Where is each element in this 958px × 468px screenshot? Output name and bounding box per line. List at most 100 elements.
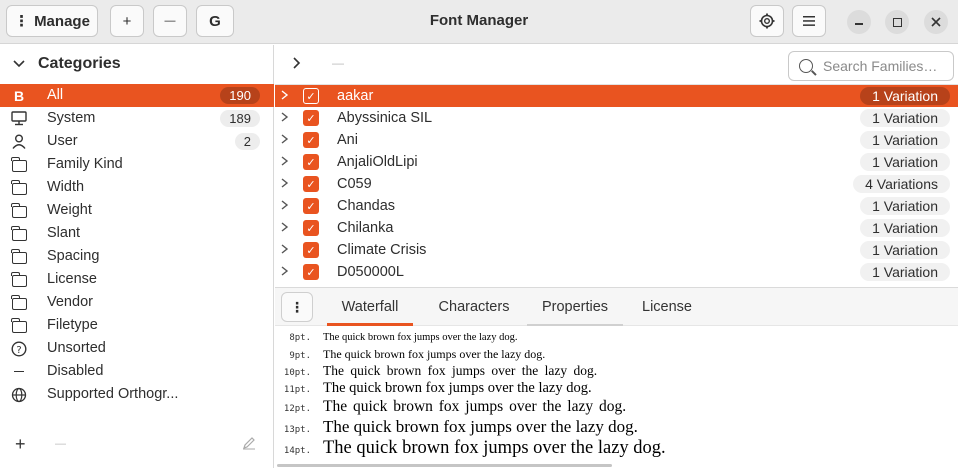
sidebar-item-family-kind[interactable]: Family Kind bbox=[0, 153, 274, 176]
horizontal-scrollbar[interactable] bbox=[277, 464, 612, 467]
enable-checkbox[interactable]: ✓ bbox=[303, 110, 319, 126]
font-family-list: ✓ aakar 1 Variation ✓ Abyssinica SIL 1 V… bbox=[275, 85, 958, 285]
google-fonts-button[interactable]: G bbox=[196, 5, 234, 37]
close-button[interactable] bbox=[924, 10, 948, 34]
variation-count: 1 Variation bbox=[860, 109, 950, 127]
sidebar-item-spacing[interactable]: Spacing bbox=[0, 245, 274, 268]
chevron-right-icon[interactable] bbox=[280, 264, 290, 278]
family-name: Chilanka bbox=[337, 220, 394, 236]
preview-menu-button[interactable]: ⋮ bbox=[281, 292, 313, 322]
table-row[interactable]: ✓ Chilanka 1 Variation bbox=[275, 217, 958, 239]
categories-title: Categories bbox=[38, 55, 121, 72]
minimize-icon bbox=[855, 23, 863, 25]
sidebar-item-user[interactable]: User 2 bbox=[0, 130, 274, 153]
chevron-right-icon[interactable] bbox=[280, 198, 290, 212]
dash-icon bbox=[11, 364, 27, 379]
sidebar-item-width[interactable]: Width bbox=[0, 176, 274, 199]
chevron-right-icon[interactable] bbox=[280, 176, 290, 190]
sample-text: The quick brown fox jumps over the lazy … bbox=[323, 347, 546, 361]
table-row[interactable]: ✓ D050000L 1 Variation bbox=[275, 261, 958, 283]
categories-header[interactable]: Categories bbox=[0, 45, 274, 83]
enable-checkbox[interactable]: ✓ bbox=[303, 220, 319, 236]
search-icon bbox=[799, 59, 813, 73]
minimize-button[interactable] bbox=[847, 10, 871, 34]
sidebar-item-slant[interactable]: Slant bbox=[0, 222, 274, 245]
waterfall-line: 11pt. The quick brown fox jumps over the… bbox=[275, 380, 958, 398]
enable-checkbox[interactable]: ✓ bbox=[303, 242, 319, 258]
expand-all-icon[interactable] bbox=[292, 56, 302, 70]
manage-button[interactable]: ⋮ Manage bbox=[6, 5, 98, 37]
sidebar-item-filetype[interactable]: Filetype bbox=[0, 314, 274, 337]
category-list: B All 190 System 189 User 2 Family Kind … bbox=[0, 84, 274, 406]
sample-text: The quick brown fox jumps over the lazy … bbox=[323, 363, 598, 378]
tab-characters[interactable]: Characters bbox=[427, 288, 521, 326]
tab-license[interactable]: License bbox=[633, 288, 701, 326]
sidebar-item-supported-orthographies[interactable]: Supported Orthogr... bbox=[0, 383, 274, 406]
preferences-button[interactable] bbox=[750, 5, 784, 37]
add-collection-button[interactable]: + bbox=[15, 434, 26, 455]
waterfall-line: 13pt. The quick brown fox jumps over the… bbox=[275, 417, 958, 438]
sidebar-item-label: System bbox=[47, 110, 96, 126]
table-row[interactable]: ✓ Abyssinica SIL 1 Variation bbox=[275, 107, 958, 129]
table-row[interactable]: ✓ aakar 1 Variation bbox=[275, 85, 958, 107]
sample-text: The quick brown fox jumps over the lazy … bbox=[323, 417, 638, 436]
sample-text: The quick brown fox jumps over the lazy … bbox=[323, 438, 666, 458]
size-label: 11pt. bbox=[283, 385, 311, 395]
sidebar-item-vendor[interactable]: Vendor bbox=[0, 291, 274, 314]
sidebar-item-label: License bbox=[47, 271, 97, 287]
chevron-right-icon[interactable] bbox=[280, 88, 290, 102]
search-input[interactable] bbox=[823, 58, 948, 74]
table-row[interactable]: ✓ Climate Crisis 1 Variation bbox=[275, 239, 958, 261]
family-name: C059 bbox=[337, 176, 372, 192]
kebab-icon: ⋮ bbox=[14, 13, 29, 30]
waterfall-line: 9pt. The quick brown fox jumps over the … bbox=[275, 347, 958, 363]
folder-icon bbox=[11, 202, 27, 218]
sidebar-item-license[interactable]: License bbox=[0, 268, 274, 291]
search-box[interactable] bbox=[788, 51, 954, 81]
pencil-icon[interactable] bbox=[242, 436, 256, 450]
enable-checkbox[interactable]: ✓ bbox=[303, 154, 319, 170]
variation-count: 4 Variations bbox=[853, 175, 950, 193]
table-row[interactable]: ✓ C059 4 Variations bbox=[275, 173, 958, 195]
variation-count: 1 Variation bbox=[860, 197, 950, 215]
table-row[interactable]: ✓ Ani 1 Variation bbox=[275, 129, 958, 151]
remove-collection-button[interactable]: — bbox=[55, 438, 66, 450]
variation-count: 1 Variation bbox=[860, 131, 950, 149]
add-button[interactable]: + bbox=[110, 5, 144, 37]
enable-checkbox[interactable]: ✓ bbox=[303, 264, 319, 280]
sidebar-item-disabled[interactable]: Disabled bbox=[0, 360, 274, 383]
sidebar-item-system[interactable]: System 189 bbox=[0, 107, 274, 130]
enable-checkbox[interactable]: ✓ bbox=[303, 132, 319, 148]
waterfall-preview: 8pt. The quick brown fox jumps over the … bbox=[275, 332, 958, 460]
enable-checkbox[interactable]: ✓ bbox=[303, 88, 319, 104]
enable-checkbox[interactable]: ✓ bbox=[303, 176, 319, 192]
table-row[interactable]: ✓ Chandas 1 Variation bbox=[275, 195, 958, 217]
chevron-right-icon[interactable] bbox=[280, 154, 290, 168]
sidebar-item-weight[interactable]: Weight bbox=[0, 199, 274, 222]
chevron-right-icon[interactable] bbox=[280, 132, 290, 146]
table-row[interactable]: ✓ AnjaliOldLipi 1 Variation bbox=[275, 151, 958, 173]
tab-properties[interactable]: Properties bbox=[527, 288, 623, 326]
tab-waterfall[interactable]: Waterfall bbox=[327, 288, 413, 326]
variation-count: 1 Variation bbox=[860, 153, 950, 171]
chevron-right-icon[interactable] bbox=[280, 220, 290, 234]
size-label: 13pt. bbox=[283, 425, 311, 435]
waterfall-line: 8pt. The quick brown fox jumps over the … bbox=[275, 332, 958, 347]
sidebar-item-unsorted[interactable]: ? Unsorted bbox=[0, 337, 274, 360]
count-badge: 189 bbox=[220, 110, 260, 127]
sidebar-item-label: Weight bbox=[47, 202, 92, 218]
remove-button[interactable]: — bbox=[153, 5, 187, 37]
maximize-button[interactable] bbox=[885, 10, 909, 34]
enable-checkbox[interactable]: ✓ bbox=[303, 198, 319, 214]
chevron-right-icon[interactable] bbox=[280, 242, 290, 256]
sidebar-item-all[interactable]: B All 190 bbox=[0, 84, 274, 107]
chevron-right-icon[interactable] bbox=[280, 110, 290, 124]
size-label: 14pt. bbox=[283, 446, 311, 456]
folder-icon bbox=[11, 294, 27, 310]
question-icon: ? bbox=[11, 340, 27, 357]
sidebar-footer: + — bbox=[0, 424, 274, 468]
main-menu-button[interactable] bbox=[792, 5, 826, 37]
header-bar: ⋮ Manage + — G Font Manager bbox=[0, 0, 958, 44]
collapse-all-icon[interactable]: — bbox=[332, 56, 344, 70]
family-name: Ani bbox=[337, 132, 358, 148]
